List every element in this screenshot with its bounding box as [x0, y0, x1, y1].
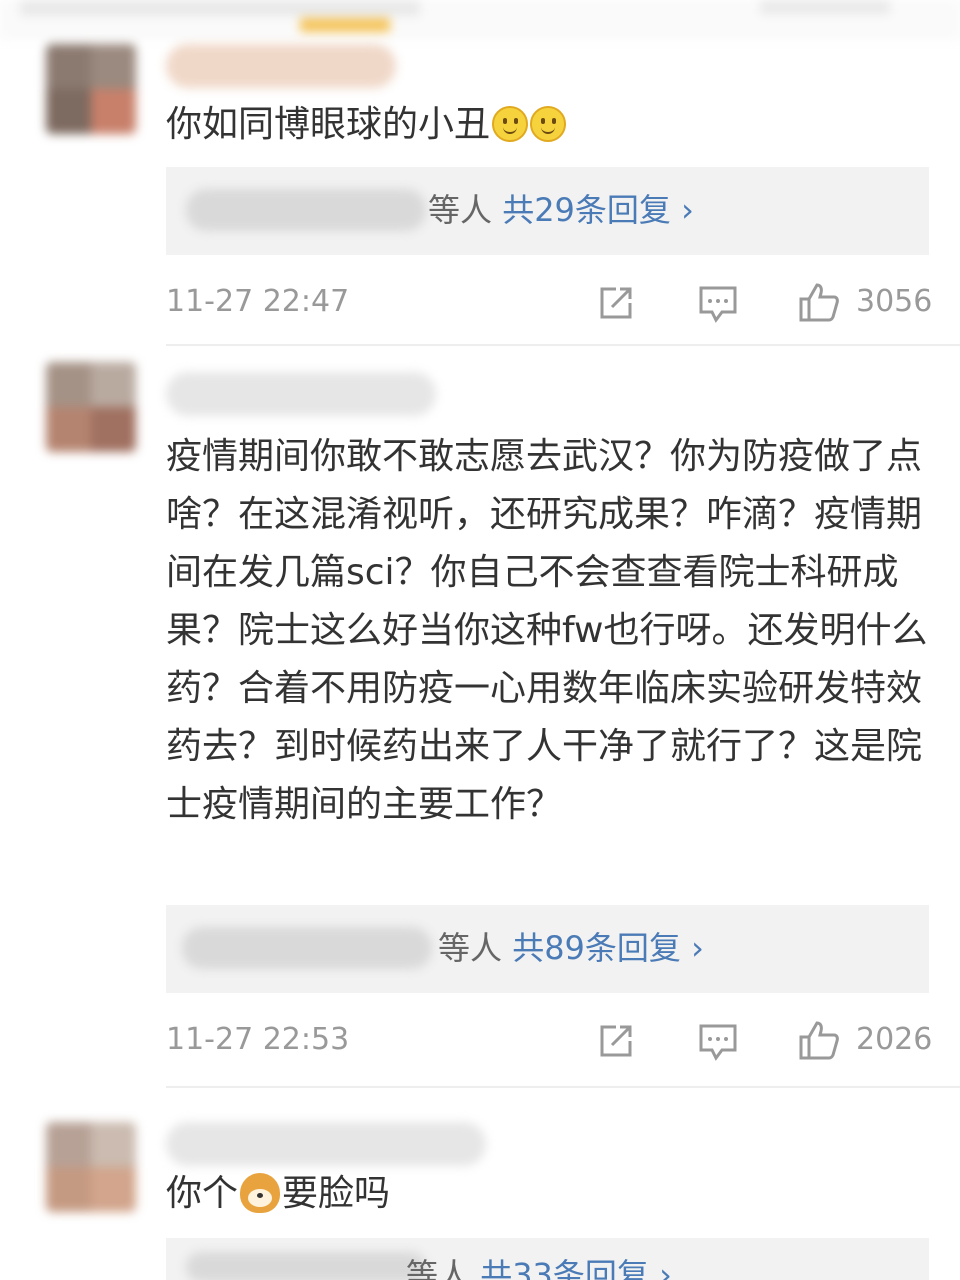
reply-suffix: 等人	[428, 191, 493, 229]
divider	[166, 344, 960, 346]
comment-text-content: 疫情期间你敢不敢志愿去武汉？你为防疫做了点啥？在这混淆视听，还研究成果？咋滴？疫…	[166, 436, 928, 825]
doge-emoji-icon	[240, 1173, 281, 1213]
comment-icon[interactable]	[698, 1023, 738, 1061]
comment-text: 疫情期间你敢不敢志愿去武汉？你为防疫做了点啥？在这混淆视听，还研究成果？咋滴？疫…	[166, 428, 931, 834]
smile-emoji-icon	[530, 106, 567, 142]
comment-text: 你如同博眼球的小丑	[166, 96, 931, 154]
avatar[interactable]	[46, 362, 136, 452]
view-replies-link[interactable]: 共89条回复 ›	[512, 929, 704, 967]
comment-meta: 11-27 22:53 2026	[166, 1015, 933, 1065]
like-count: 2026	[856, 1022, 933, 1057]
top-cut-off-area	[0, 0, 960, 40]
reply-summary[interactable]: 等人 共29条回复 ›	[166, 167, 929, 255]
reply-summary[interactable]: 等人 共33条回复 ›	[166, 1238, 929, 1280]
like-count: 3056	[856, 284, 933, 319]
reply-summary-text: 等人 共33条回复 ›	[406, 1252, 672, 1280]
comment-text-content: 你个	[166, 1173, 239, 1214]
reply-summary-text: 等人 共29条回复 ›	[428, 187, 694, 233]
view-replies-link[interactable]: 共29条回复 ›	[502, 191, 694, 229]
comment-time: 11-27 22:53	[166, 1022, 350, 1057]
username[interactable]	[166, 1122, 486, 1166]
smile-emoji-icon	[492, 106, 529, 142]
view-replies-link[interactable]: 共33条回复 ›	[480, 1256, 672, 1280]
comment-time: 11-27 22:47	[166, 284, 350, 319]
reply-summary-text: 等人 共89条回复 ›	[438, 925, 704, 971]
replier-names	[186, 1252, 426, 1280]
thumbs-up-icon[interactable]	[798, 1019, 840, 1061]
thumbs-up-icon[interactable]	[798, 281, 840, 323]
replier-names	[186, 189, 426, 231]
share-icon[interactable]	[598, 285, 634, 321]
comment-text-content: 你如同博眼球的小丑	[166, 104, 491, 145]
reply-suffix: 等人	[406, 1256, 471, 1280]
comment-meta: 11-27 22:47 3056	[166, 277, 933, 327]
username[interactable]	[166, 372, 436, 416]
divider	[166, 1086, 960, 1088]
comment-icon[interactable]	[698, 285, 738, 323]
comment-text-content: 要脸吗	[282, 1173, 391, 1214]
avatar[interactable]	[46, 1122, 136, 1212]
avatar[interactable]	[46, 44, 136, 134]
reply-summary[interactable]: 等人 共89条回复 ›	[166, 905, 929, 993]
username[interactable]	[166, 44, 396, 88]
comment-text: 你个 要脸吗	[166, 1165, 931, 1223]
replier-names	[182, 927, 432, 969]
reply-suffix: 等人	[438, 929, 503, 967]
share-icon[interactable]	[598, 1023, 634, 1059]
